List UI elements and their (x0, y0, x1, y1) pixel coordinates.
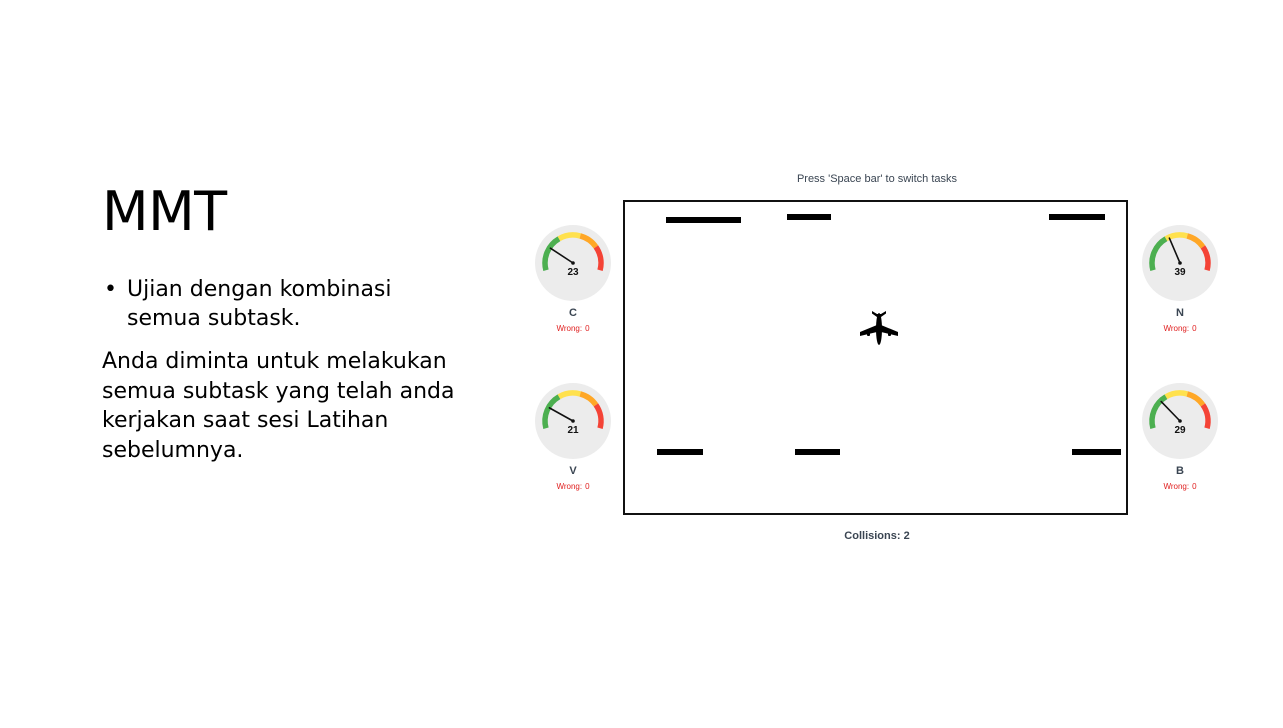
gauge-wrong-count: Wrong: 0 (1163, 482, 1197, 491)
gauge-key-label: N (1176, 307, 1184, 319)
obstacle-bar (787, 214, 831, 220)
flight-arena[interactable] (623, 200, 1128, 515)
gauge-wrong-count: Wrong: 0 (556, 324, 590, 333)
gauge-value: 23 (567, 267, 579, 278)
gauge-value: 39 (1174, 267, 1186, 278)
gauge-key-label: B (1176, 465, 1184, 477)
obstacle-bar (657, 449, 703, 455)
gauge-value: 21 (567, 425, 579, 436)
bullet-text: Ujian dengan kombinasi semua subtask. (127, 277, 392, 331)
gauge-dial-icon: 29 (1142, 383, 1218, 459)
gauge-v: 21 V Wrong: 0 (533, 382, 613, 491)
obstacle-bar (1049, 214, 1105, 220)
airplane-icon[interactable] (859, 310, 899, 350)
body-paragraph: Anda diminta untuk melakukan semua subta… (102, 349, 455, 463)
switch-tasks-hint: Press 'Space bar' to switch tasks (796, 173, 958, 185)
obstacle-bar (666, 217, 741, 223)
gauge-key-label: C (569, 307, 577, 319)
gauge-key-label: V (569, 465, 577, 477)
obstacle-bar (1072, 449, 1121, 455)
bullet-dot-icon: • (104, 277, 117, 302)
gauge-b: 29 B Wrong: 0 (1140, 382, 1220, 491)
gauge-dial-icon: 23 (535, 225, 611, 301)
gauge-c: 23 C Wrong: 0 (533, 224, 613, 333)
gauge-n: 39 N Wrong: 0 (1140, 224, 1220, 333)
bullet-item: • Ujian dengan kombinasi semua subtask. (104, 275, 464, 333)
obstacle-bar (795, 449, 840, 455)
gauge-wrong-count: Wrong: 0 (556, 482, 590, 491)
bullet-list: • Ujian dengan kombinasi semua subtask. (104, 275, 464, 333)
gauge-dial-icon: 39 (1142, 225, 1218, 301)
gauge-value: 29 (1174, 425, 1186, 436)
slide-title: MMT (102, 180, 227, 243)
gauge-dial-icon: 21 (535, 383, 611, 459)
gauge-wrong-count: Wrong: 0 (1163, 324, 1197, 333)
collisions-counter: Collisions: 2 (844, 530, 910, 542)
